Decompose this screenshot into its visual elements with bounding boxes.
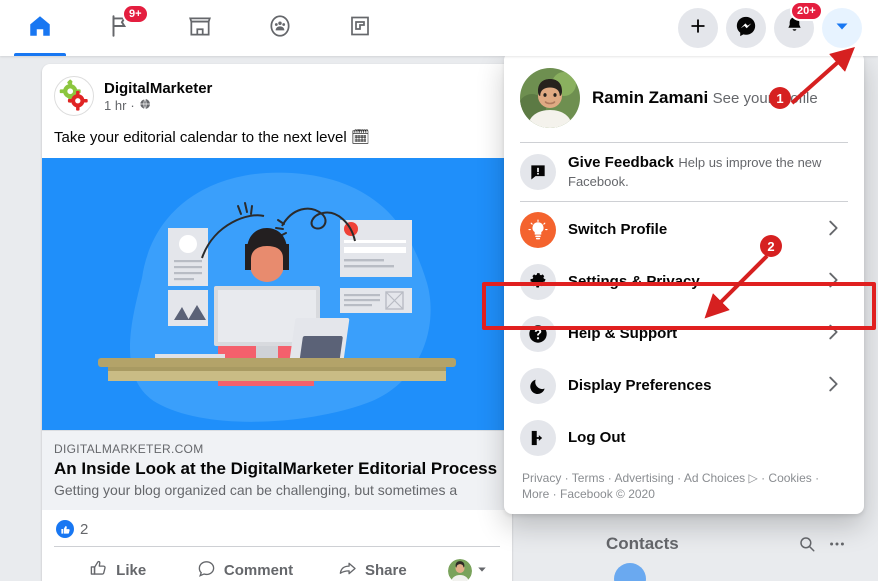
menu-item-text: Display Preferences <box>568 376 822 396</box>
link-title: An Inside Look at the DigitalMarketer Ed… <box>54 459 498 478</box>
share-button[interactable]: Share <box>309 551 436 581</box>
comment-button-label: Comment <box>223 562 294 579</box>
like-button[interactable]: Like <box>54 551 181 581</box>
chevron-down-icon <box>476 562 488 580</box>
menu-item-label: Give Feedback <box>568 154 674 171</box>
ellipsis-icon[interactable] <box>822 529 852 559</box>
messenger-button[interactable] <box>726 8 766 48</box>
chevron-right-icon <box>822 321 844 348</box>
search-icon[interactable] <box>792 529 822 559</box>
post-author[interactable]: DigitalMarketer <box>104 79 212 98</box>
create-button[interactable] <box>678 8 718 48</box>
contacts-header: Contacts <box>590 529 868 559</box>
thumbs-up-icon <box>56 520 74 538</box>
menu-item-help-and-support[interactable]: Help & Support <box>512 308 856 360</box>
post-header: DigitalMarketer 1 hr · <box>42 64 512 122</box>
divider <box>520 201 848 202</box>
chevron-right-icon <box>822 269 844 296</box>
menu-item-label: Help & Support <box>568 325 678 342</box>
nav-tab-pages[interactable]: 9+ <box>80 0 160 56</box>
chevron-right-icon <box>822 373 844 400</box>
contact-avatar[interactable] <box>614 563 646 581</box>
notifications-button[interactable]: 20+ <box>774 3 821 48</box>
like-button-label: Like <box>116 562 147 579</box>
globe-icon <box>139 98 151 114</box>
dropdown-footer-links[interactable]: Privacy · Terms · Advertising · Ad Choic… <box>512 464 856 504</box>
home-icon <box>27 13 53 44</box>
messenger-icon <box>735 15 757 42</box>
thumbs-up-icon <box>89 559 108 581</box>
nav-tab-marketplace[interactable] <box>160 0 240 56</box>
contacts-title: Contacts <box>606 534 679 553</box>
link-domain: DIGITALMARKETER.COM <box>54 442 204 456</box>
avatar <box>447 558 472 581</box>
post-meta: DigitalMarketer 1 hr · <box>104 79 212 114</box>
gear-icon <box>520 264 556 300</box>
post-timestamp: 1 hr <box>104 97 127 113</box>
menu-item-label: Display Preferences <box>568 377 712 394</box>
menu-item-give-feedback[interactable]: Give Feedback Help us improve the new Fa… <box>512 145 856 199</box>
comment-icon <box>197 559 216 581</box>
menu-item-text: Log Out <box>568 428 848 448</box>
menu-item-text: Give Feedback Help us improve the new Fa… <box>568 153 848 191</box>
divider <box>520 142 848 143</box>
menu-item-label: Settings & Privacy <box>568 273 700 290</box>
nav-tab-home[interactable] <box>0 0 80 56</box>
link-description: Getting your blog organized can be chall… <box>54 482 458 498</box>
menu-item-text: Switch Profile <box>568 220 822 240</box>
menu-item-switch-profile[interactable]: Switch Profile <box>512 204 856 256</box>
profile-menu-item[interactable]: Ramin Zamani See your profile <box>512 60 856 140</box>
share-as-selector[interactable] <box>436 558 500 581</box>
link-preview[interactable]: DIGITALMARKETER.COM An Inside Look at th… <box>42 430 512 510</box>
nav-tab-groups[interactable] <box>240 0 320 56</box>
post-separator: · <box>130 97 135 113</box>
account-dropdown-menu: Ramin Zamani See your profile Give Feedb… <box>504 52 864 514</box>
question-icon <box>520 316 556 352</box>
reaction-count: 2 <box>80 520 89 538</box>
post-card: DigitalMarketer 1 hr · Take your editori… <box>42 64 512 581</box>
gaming-icon <box>348 14 372 43</box>
nav-action-buttons: 20+ <box>678 0 862 56</box>
profile-subtitle: See your profile <box>712 90 818 107</box>
nav-tab-list: 9+ <box>0 0 400 56</box>
avatar <box>520 68 580 128</box>
post-image[interactable] <box>42 158 512 430</box>
menu-item-text: Help & Support <box>568 324 822 344</box>
chevron-down-icon <box>834 18 850 39</box>
post-text: Take your editorial calendar to the next… <box>54 129 370 146</box>
moon-icon <box>520 368 556 404</box>
comment-button[interactable]: Comment <box>181 551 308 581</box>
profile-name: Ramin Zamani <box>592 88 709 107</box>
menu-item-display-preferences[interactable]: Display Preferences <box>512 360 856 412</box>
menu-item-text: Settings & Privacy <box>568 272 822 292</box>
post-action-bar: Like Comment Share <box>54 546 500 581</box>
lightbulb-icon <box>520 212 556 248</box>
menu-item-log-out[interactable]: Log Out <box>512 412 856 464</box>
chevron-right-icon <box>822 217 844 244</box>
pages-badge: 9+ <box>124 6 147 22</box>
avatar[interactable] <box>54 76 94 116</box>
post-subtitle: 1 hr · <box>104 98 212 114</box>
account-dropdown-button[interactable] <box>822 8 862 48</box>
plus-icon <box>688 16 708 41</box>
profile-info: Ramin Zamani See your profile <box>592 87 818 109</box>
notifications-badge: 20+ <box>792 3 821 19</box>
store-icon <box>187 13 213 44</box>
feedback-icon <box>520 154 556 190</box>
share-button-label: Share <box>364 562 407 579</box>
reaction-summary[interactable]: 2 <box>42 510 512 546</box>
share-icon <box>338 559 357 581</box>
logout-icon <box>520 420 556 456</box>
menu-item-label: Switch Profile <box>568 221 668 238</box>
menu-item-label: Log Out <box>568 429 626 446</box>
menu-item-settings-and-privacy[interactable]: Settings & Privacy <box>512 256 856 308</box>
nav-tab-gaming[interactable] <box>320 0 400 56</box>
top-navigation-bar: 9+ 20+ <box>0 0 878 56</box>
groups-icon <box>267 13 293 44</box>
